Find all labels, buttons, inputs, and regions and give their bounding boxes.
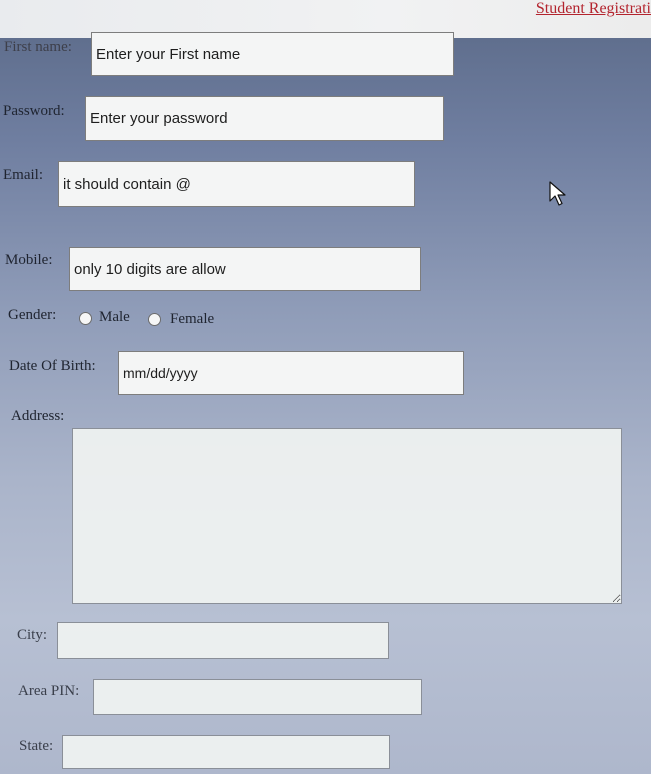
dob-input[interactable] — [118, 351, 464, 395]
email-input[interactable] — [58, 161, 415, 207]
mobile-input[interactable] — [69, 247, 421, 291]
page-title[interactable]: Student Registrati — [536, 0, 651, 18]
gender-male-radio[interactable] — [79, 312, 92, 325]
first-name-label: First name: — [4, 39, 72, 55]
gender-female-radio[interactable] — [148, 313, 161, 326]
dob-label: Date Of Birth: — [9, 358, 96, 374]
password-input[interactable] — [85, 96, 444, 141]
city-label: City: — [17, 627, 48, 643]
state-label: State: — [19, 738, 54, 754]
gender-male-label: Male — [99, 309, 130, 325]
address-label: Address: — [11, 408, 65, 424]
password-label: Password: — [3, 103, 65, 119]
address-textarea[interactable] — [72, 428, 622, 604]
gender-label: Gender: — [8, 307, 57, 323]
city-input[interactable] — [57, 622, 389, 659]
pin-label: Area PIN: — [18, 683, 80, 699]
state-input[interactable] — [62, 735, 390, 769]
mouse-pointer-icon — [549, 181, 566, 206]
gender-female-label: Female — [170, 311, 215, 327]
first-name-input[interactable] — [91, 32, 454, 76]
pin-input[interactable] — [93, 679, 422, 715]
mobile-label: Mobile: — [5, 252, 53, 268]
email-label: Email: — [3, 167, 43, 183]
